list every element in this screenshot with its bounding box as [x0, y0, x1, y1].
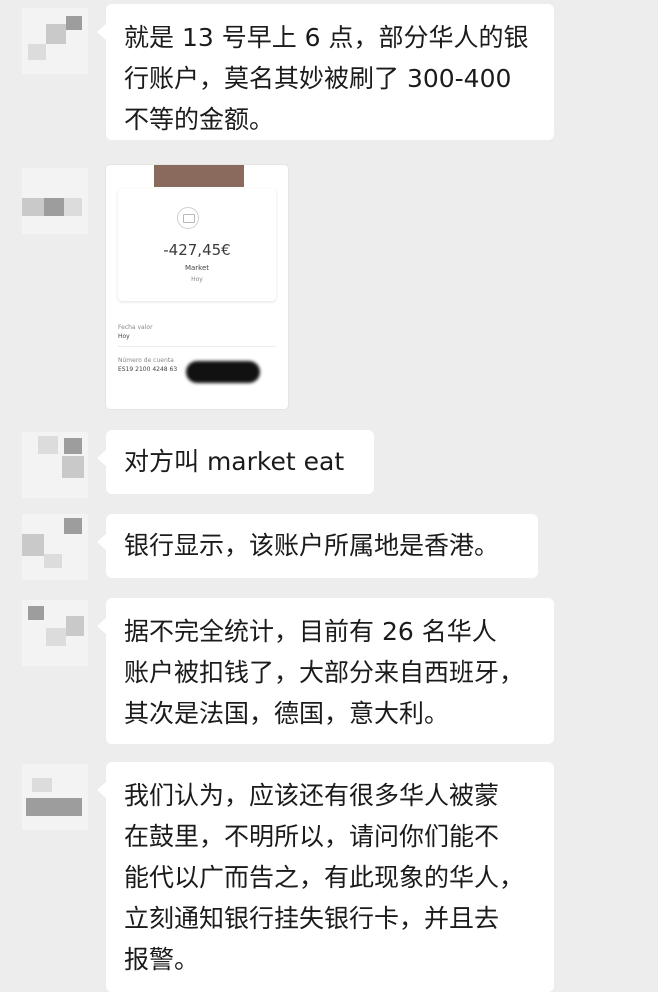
sender-avatar[interactable] — [22, 168, 88, 234]
message-bubble[interactable]: 银行显示，该账户所属地是香港。 — [97, 514, 538, 578]
value-date-value: Hoy — [118, 333, 130, 340]
sender-avatar[interactable] — [22, 514, 88, 580]
message-line: 银行显示，该账户所属地是香港。 — [124, 531, 500, 560]
message-line: 对方叫 market eat — [124, 447, 345, 476]
transaction-date: Hoy — [191, 276, 203, 283]
image-message[interactable]: -427,45€ Market Hoy Fecha valor Hoy Núme… — [106, 165, 288, 409]
sender-avatar[interactable] — [22, 432, 88, 498]
value-date-label: Fecha valor — [118, 324, 153, 331]
account-number-label: Número de cuenta — [118, 357, 174, 364]
message-line: 立刻通知银行挂失银行卡，并且去 — [124, 904, 500, 933]
transaction-merchant: Market — [184, 264, 210, 272]
message-line: 账户被扣钱了，大部分来自西班牙， — [124, 658, 525, 687]
divider — [118, 346, 276, 347]
message-line: 报警。 — [124, 945, 200, 974]
message-line: 就是 13 号早上 6 点，部分华人的银 — [124, 23, 529, 52]
message-bubble[interactable]: 我们认为，应该还有很多华人被蒙 在鼓里，不明所以，请问你们能不 能代以广而告之，… — [97, 762, 554, 992]
card-icon — [177, 207, 199, 229]
sender-avatar[interactable] — [22, 764, 88, 830]
message-line: 据不完全统计，目前有 26 名华人 — [124, 617, 497, 646]
message-line: 能代以广而告之，有此现象的华人， — [124, 863, 525, 892]
message-line: 我们认为，应该还有很多华人被蒙 — [124, 781, 500, 810]
sender-avatar[interactable] — [22, 8, 88, 74]
message-line: 不等的金额。 — [124, 105, 275, 134]
message-line: 行账户，莫名其妙被刷了 300-400 — [124, 64, 512, 93]
message-bubble[interactable]: 就是 13 号早上 6 点，部分华人的银 行账户，莫名其妙被刷了 300-400… — [97, 4, 554, 140]
message-line: 其次是法国，德国，意大利。 — [124, 699, 450, 728]
sender-avatar[interactable] — [22, 600, 88, 666]
transaction-amount: -427,45€ — [163, 241, 231, 259]
redaction-mark — [186, 361, 260, 383]
image-header-bar — [154, 165, 244, 187]
message-line: 在鼓里，不明所以，请问你们能不 — [124, 822, 500, 851]
account-number-value: ES19 2100 4248 63 — [118, 366, 178, 373]
message-bubble[interactable]: 对方叫 market eat — [97, 430, 374, 494]
message-bubble[interactable]: 据不完全统计，目前有 26 名华人 账户被扣钱了，大部分来自西班牙， 其次是法国… — [97, 598, 554, 744]
